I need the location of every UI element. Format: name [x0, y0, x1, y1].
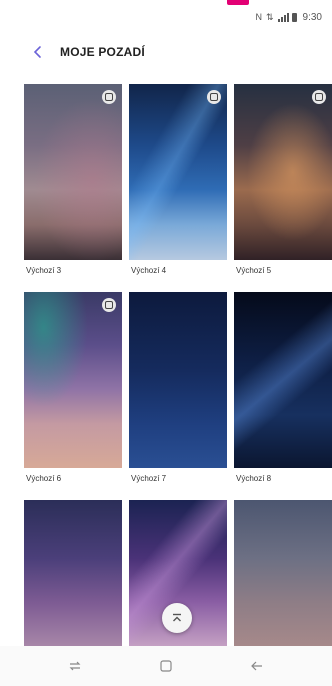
nfc-icon: N — [255, 12, 262, 22]
status-bar: N ⇅ 9:30 — [0, 8, 332, 26]
status-time: 9:30 — [302, 11, 322, 23]
wallpaper-thumbnail — [24, 84, 122, 260]
wallpaper-thumbnail — [234, 500, 332, 646]
recent-apps-icon — [69, 661, 81, 671]
wallpaper-tile[interactable]: Výchozí 8 — [234, 292, 332, 483]
wallpaper-label: Výchozí 7 — [131, 474, 167, 483]
wallpaper-tile[interactable] — [234, 500, 332, 646]
carrier-accent-bar — [227, 0, 249, 5]
signal-icon — [277, 12, 289, 22]
wallpaper-tile[interactable] — [24, 500, 122, 646]
scroll-to-top-icon — [173, 613, 181, 622]
wallpaper-thumbnail — [24, 292, 122, 468]
wallpaper-tile[interactable]: Výchozí 3 — [24, 84, 122, 275]
wallpaper-tile[interactable]: Výchozí 6 — [24, 292, 122, 483]
scroll-to-top-button[interactable] — [162, 603, 192, 633]
back-nav-button[interactable] — [242, 651, 272, 681]
wallpaper-thumbnail — [129, 292, 227, 468]
wallpaper-tile[interactable]: Výchozí 5 — [234, 84, 332, 275]
data-network-icon: ⇅ — [265, 11, 274, 22]
wallpaper-thumbnail — [234, 84, 332, 260]
wallpaper-label: Výchozí 4 — [131, 266, 167, 275]
back-arrow-icon — [250, 661, 262, 671]
preview-badge-icon — [102, 298, 116, 312]
wallpaper-thumbnail — [129, 84, 227, 260]
wallpaper-tile[interactable]: Výchozí 7 — [129, 292, 227, 483]
navigation-bar — [0, 646, 332, 686]
battery-icon — [291, 12, 297, 22]
preview-badge-icon — [312, 90, 326, 104]
page-title: MOJE POZADÍ — [60, 45, 145, 59]
home-icon — [160, 660, 172, 672]
home-button[interactable] — [151, 651, 181, 681]
wallpaper-label: Výchozí 6 — [26, 474, 62, 483]
app-bar: MOJE POZADÍ — [0, 34, 332, 70]
wallpaper-thumbnail — [234, 292, 332, 468]
wallpaper-thumbnail — [24, 500, 122, 646]
wallpaper-tile[interactable]: Výchozí 4 — [129, 84, 227, 275]
back-button[interactable] — [28, 42, 48, 62]
recent-apps-button[interactable] — [60, 651, 90, 681]
wallpaper-label: Výchozí 5 — [236, 266, 272, 275]
chevron-left-icon — [33, 46, 41, 58]
preview-badge-icon — [207, 90, 221, 104]
preview-badge-icon — [102, 90, 116, 104]
wallpaper-label: Výchozí 3 — [26, 266, 62, 275]
wallpaper-label: Výchozí 8 — [236, 474, 272, 483]
